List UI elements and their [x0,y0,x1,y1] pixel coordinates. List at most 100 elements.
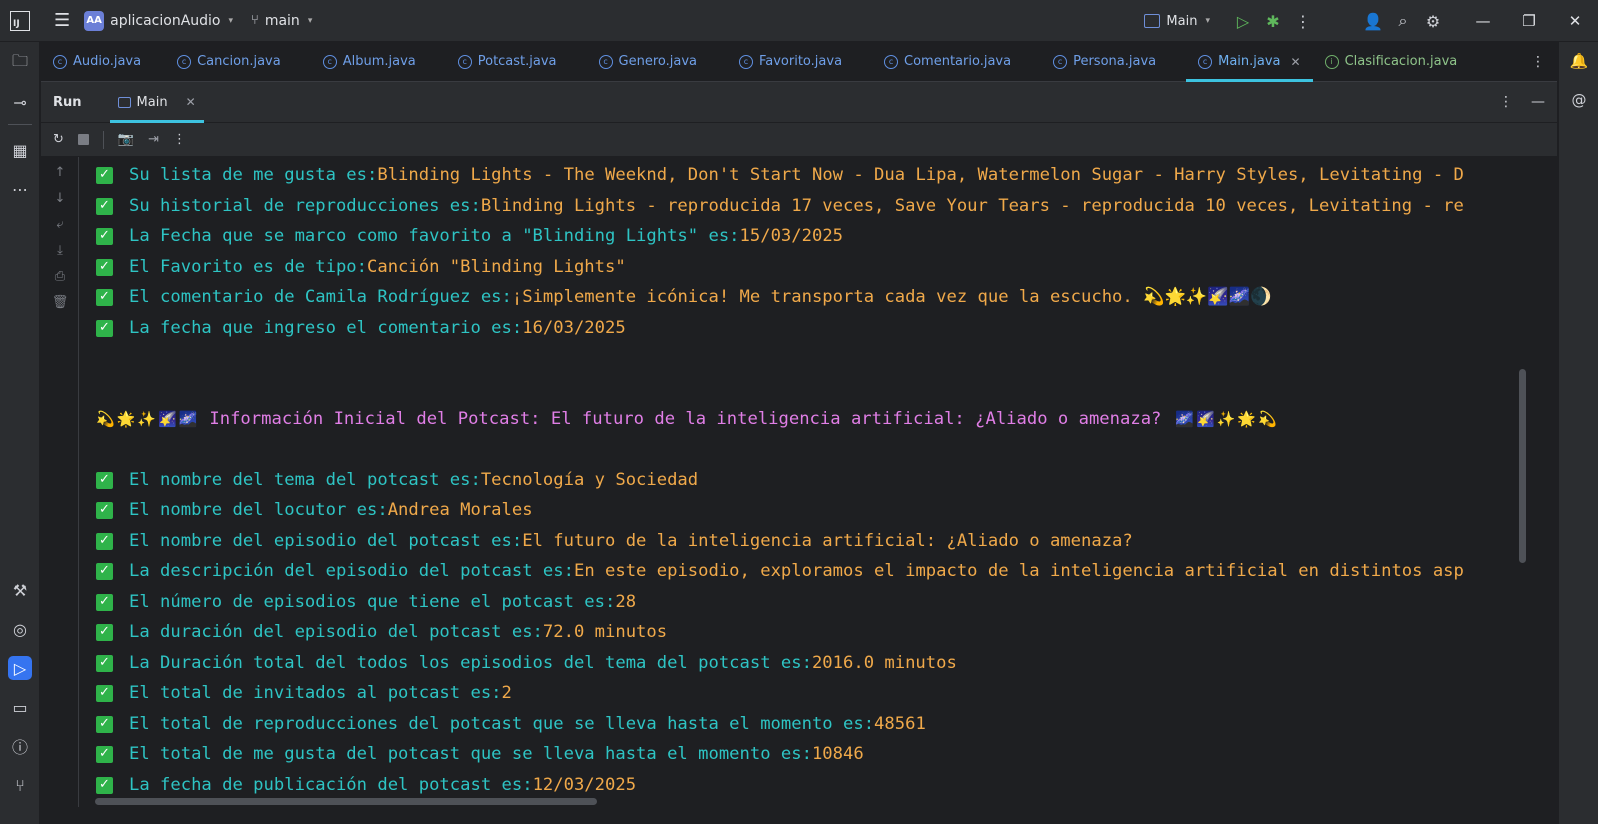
soft-wrap-icon[interactable]: ⤶ [51,217,69,232]
tab-potcast-java[interactable]: c Potcast.java [446,42,569,82]
checkmark-icon: ✓ [96,745,113,763]
screenshot-camera-icon[interactable]: 📷 [118,132,134,147]
left-tool-strip: 🗀 ⊸ ▦ ⋯ ⚒ ◎ ▷ ▭ ⓘ ⑂ [0,42,40,824]
restore-window-icon[interactable]: ❐ [1506,12,1552,30]
tab-favorito-java[interactable]: c Favorito.java [727,42,854,82]
print-icon[interactable]: ⎙ [51,269,69,284]
project-selector[interactable]: AA aplicacionAudio ▾ [84,10,233,31]
line-label: El nombre del locutor es: [129,500,388,520]
line-value: 16/03/2025 [522,318,626,338]
git-branch-icon: ⑂ [251,13,259,28]
branch-name: main [264,12,300,29]
line-label: Su historial de reproducciones es: [129,196,481,216]
more-icon[interactable]: ⋮ [173,132,186,147]
application-config-icon [117,96,131,108]
line-label: El total de me gusta del potcast que se … [129,744,812,764]
project-name: aplicacionAudio [110,12,221,29]
vertical-scrollbar[interactable] [1519,369,1526,563]
tab-main-java[interactable]: c Main.java ✕ [1186,42,1314,82]
run-icon[interactable]: ▷ [1228,12,1258,31]
branch-selector[interactable]: ⑂ main ▾ [251,13,312,29]
checkmark-icon: ✓ [96,623,113,641]
search-icon[interactable]: ⌕ [1388,11,1418,31]
line-label: La duración del episodio del potcast es: [129,622,543,642]
line-label: El comentario de Camila Rodríguez es: [129,287,512,307]
scroll-down-icon[interactable]: ↓ [51,191,69,206]
debug-icon[interactable]: ✱ [1258,12,1288,31]
ai-assistant-icon[interactable]: @ [1567,88,1591,112]
console-line: ✓ El comentario de Camila Rodríguez es: ¡… [96,285,1272,309]
tab-label: Cancion.java [197,54,281,69]
tab-album-java[interactable]: c Album.java [311,42,428,82]
project-folder-icon[interactable]: 🗀 [8,51,32,75]
class-icon: c [177,54,192,69]
class-icon: c [322,54,337,69]
checkmark-icon: ✓ [96,227,113,245]
line-label: La Fecha que se marco como favorito a "B… [129,226,740,246]
line-label: La fecha de publicación del potcast es: [129,775,533,795]
notifications-bell-icon[interactable]: 🔔 [1567,49,1591,73]
console-output[interactable]: ✓ Su lista de me gusta es: Blinding Light… [79,157,1528,807]
horizontal-scrollbar[interactable] [95,798,597,805]
emoji-decoration: 💫🌟✨🌠🌌 [96,410,200,428]
run-tool-header: Run Main ✕ ⋮ — [41,82,1557,123]
line-value: Canción "Blinding Lights" [367,257,626,277]
close-tab-icon[interactable]: ✕ [186,95,196,109]
tab-label: Genero.java [618,54,697,69]
checkmark-icon: ✓ [96,288,113,306]
class-icon: c [1053,54,1068,69]
main-menu-icon[interactable]: ☰ [54,10,70,31]
tab-persona-java[interactable]: c Persona.java [1041,42,1168,82]
tab-clasificacion-java[interactable]: i Clasificacion.java [1313,42,1470,82]
tabs-more-icon[interactable]: ⋮ [1531,54,1545,70]
heading-text: Información Inicial del Potcast: El futu… [209,409,1162,429]
run-tool-icon[interactable]: ▷ [8,656,32,680]
checkmark-icon: ✓ [96,715,113,733]
line-value: 15/03/2025 [739,226,844,246]
commit-icon[interactable]: ⊸ [8,90,32,114]
tab-comentario-java[interactable]: c Comentario.java [872,42,1023,82]
close-window-icon[interactable]: ✕ [1552,12,1598,30]
more-options-icon[interactable]: ⋮ [1499,94,1513,110]
checkmark-icon: ✓ [96,684,113,702]
stop-icon[interactable] [77,134,89,145]
structure-icon[interactable]: ▦ [8,138,32,162]
console-line: ✓ El Favorito es de tipo: Canción "Blindi… [96,255,626,279]
clear-all-trash-icon[interactable]: 🗑 [51,295,69,310]
checkmark-icon: ✓ [96,258,113,276]
git-icon[interactable]: ⑂ [8,773,32,797]
tab-label: Clasificacion.java [1344,54,1458,69]
services-icon[interactable]: ◎ [8,617,32,641]
exit-icon[interactable]: ⇥ [148,132,159,147]
checkmark-icon: ✓ [96,319,113,337]
settings-gear-icon[interactable]: ⚙ [1418,12,1448,31]
terminal-icon[interactable]: ▭ [8,695,32,719]
podcast-heading: 💫🌟✨🌠🌌 Información Inicial del Potcast: E… [96,407,1279,431]
more-tools-icon[interactable]: ⋯ [8,177,32,201]
tab-audio-java[interactable]: c Audio.java [41,42,153,82]
tab-cancion-java[interactable]: c Cancion.java [165,42,293,82]
intellij-logo-icon[interactable]: IJ [10,10,30,31]
hide-panel-icon[interactable]: — [1531,94,1545,110]
tab-genero-java[interactable]: c Genero.java [587,42,709,82]
scroll-up-icon[interactable]: ↑ [51,165,69,180]
close-tab-icon[interactable]: ✕ [1291,55,1301,69]
run-toolbar: ↻ 📷 ⇥ ⋮ [41,123,1557,157]
run-config-selector[interactable]: Main ▾ [1144,14,1210,29]
run-tab-main[interactable]: Main ✕ [109,82,204,123]
build-hammer-icon[interactable]: ⚒ [8,578,32,602]
line-value: 12/03/2025 [532,775,637,795]
run-panel-title: Run [53,94,82,110]
problems-icon[interactable]: ⓘ [8,734,32,758]
rerun-icon[interactable]: ↻ [53,132,64,147]
checkmark-icon: ✓ [96,532,113,550]
scroll-to-end-icon[interactable]: ⤓ [51,243,69,258]
more-actions-icon[interactable]: ⋮ [1288,12,1318,31]
class-icon: c [738,54,753,69]
line-value: En este episodio, exploramos el impacto … [573,561,1464,581]
minimize-window-icon[interactable]: — [1460,12,1506,30]
console-line: ✓ Su historial de reproducciones es: Blin… [96,194,1464,218]
line-value: 10846 [811,744,864,764]
add-user-icon[interactable]: 👤 [1358,12,1388,31]
checkmark-icon: ✓ [96,501,113,519]
